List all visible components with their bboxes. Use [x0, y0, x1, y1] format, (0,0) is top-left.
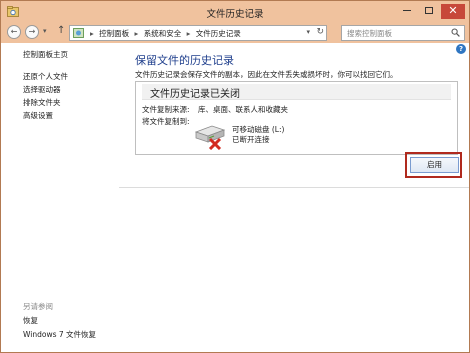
breadcrumb-separator: ▸: [90, 29, 94, 38]
enable-button[interactable]: 启用: [410, 157, 459, 173]
sidebar-item-restore-personal-files[interactable]: 还原个人文件: [23, 71, 68, 82]
sidebar-item-select-drive[interactable]: 选择驱动器: [23, 84, 61, 95]
sidebar-item-advanced-settings[interactable]: 高级设置: [23, 110, 53, 121]
navigation-bar: ← → ▾ ↑ ▸ 控制面板 ▸ 系统和安全 ▸ 文件历史记录 ▾ ↻ 搜索控制…: [1, 23, 469, 43]
address-dropdown-button[interactable]: ▾: [306, 28, 310, 36]
search-placeholder: 搜索控制面板: [347, 29, 392, 38]
arrow-up-icon: ↑: [57, 25, 66, 36]
breadcrumb-system-security[interactable]: 系统和安全: [144, 29, 182, 38]
minimize-button[interactable]: [397, 4, 417, 19]
recent-locations-button[interactable]: ▾: [43, 27, 47, 35]
page-title: 保留文件的历史记录: [135, 54, 234, 67]
back-button[interactable]: ←: [7, 25, 21, 39]
breadcrumb-control-panel[interactable]: 控制面板: [99, 29, 129, 38]
breadcrumb-separator: ▸: [134, 29, 139, 38]
help-icon[interactable]: ?: [456, 44, 466, 54]
up-button[interactable]: ↑: [57, 25, 65, 36]
close-button[interactable]: ✕: [441, 4, 465, 19]
search-icon: [451, 28, 460, 37]
removable-drive-disconnected-icon: [194, 125, 226, 150]
control-panel-icon: [73, 28, 84, 38]
breadcrumb-file-history[interactable]: 文件历史记录: [196, 29, 241, 38]
chevron-down-icon: ▾: [43, 27, 47, 35]
refresh-button[interactable]: ↻: [316, 27, 324, 37]
sidebar-item-control-panel-home[interactable]: 控制面板主页: [23, 49, 68, 60]
close-icon: ✕: [448, 4, 458, 17]
sidebar-item-exclude-folders[interactable]: 排除文件夹: [23, 97, 61, 108]
see-also-windows7-file-recovery[interactable]: Windows 7 文件恢复: [23, 329, 96, 340]
arrow-right-icon: →: [28, 27, 36, 36]
search-input[interactable]: 搜索控制面板: [341, 25, 465, 41]
maximize-button[interactable]: [419, 4, 439, 19]
target-label: 将文件复制到:: [142, 117, 190, 126]
maximize-icon: [425, 6, 433, 14]
see-also-recovery[interactable]: 恢复: [23, 315, 38, 326]
refresh-icon: ↻: [316, 27, 324, 37]
title-bar[interactable]: 文件历史记录 ✕: [1, 1, 469, 23]
arrow-left-icon: ←: [10, 27, 18, 36]
breadcrumb-separator: ▸: [186, 29, 191, 38]
status-panel: 文件历史记录已关闭 文件复制来源: 库、桌面、联系人和收藏夹 将文件复制到: 可…: [135, 81, 458, 155]
content-divider: [119, 187, 469, 188]
forward-button[interactable]: →: [25, 25, 39, 39]
file-history-window: 文件历史记录 ✕ ← → ▾ ↑ ▸ 控制面板 ▸ 系统和安全 ▸ 文件历史记录…: [0, 0, 470, 353]
drive-status: 已断开连接: [232, 135, 270, 144]
address-bar[interactable]: ▸ 控制面板 ▸ 系统和安全 ▸ 文件历史记录 ▾ ↻: [69, 25, 327, 41]
minimize-icon: [403, 9, 411, 11]
page-description: 文件历史记录会保存文件的副本，因此在文件丢失或损坏时，你可以找回它们。: [135, 70, 398, 79]
breadcrumb: ▸ 控制面板 ▸ 系统和安全 ▸ 文件历史记录: [87, 28, 241, 39]
sidebar: 控制面板主页 还原个人文件 选择驱动器 排除文件夹 高级设置 另请参阅 恢复 W…: [1, 43, 119, 352]
see-also-header: 另请参阅: [23, 302, 53, 311]
chevron-down-icon: ▾: [306, 28, 310, 36]
source-value: 库、桌面、联系人和收藏夹: [198, 105, 288, 114]
status-title: 文件历史记录已关闭: [142, 84, 451, 100]
source-label: 文件复制来源:: [142, 105, 190, 114]
